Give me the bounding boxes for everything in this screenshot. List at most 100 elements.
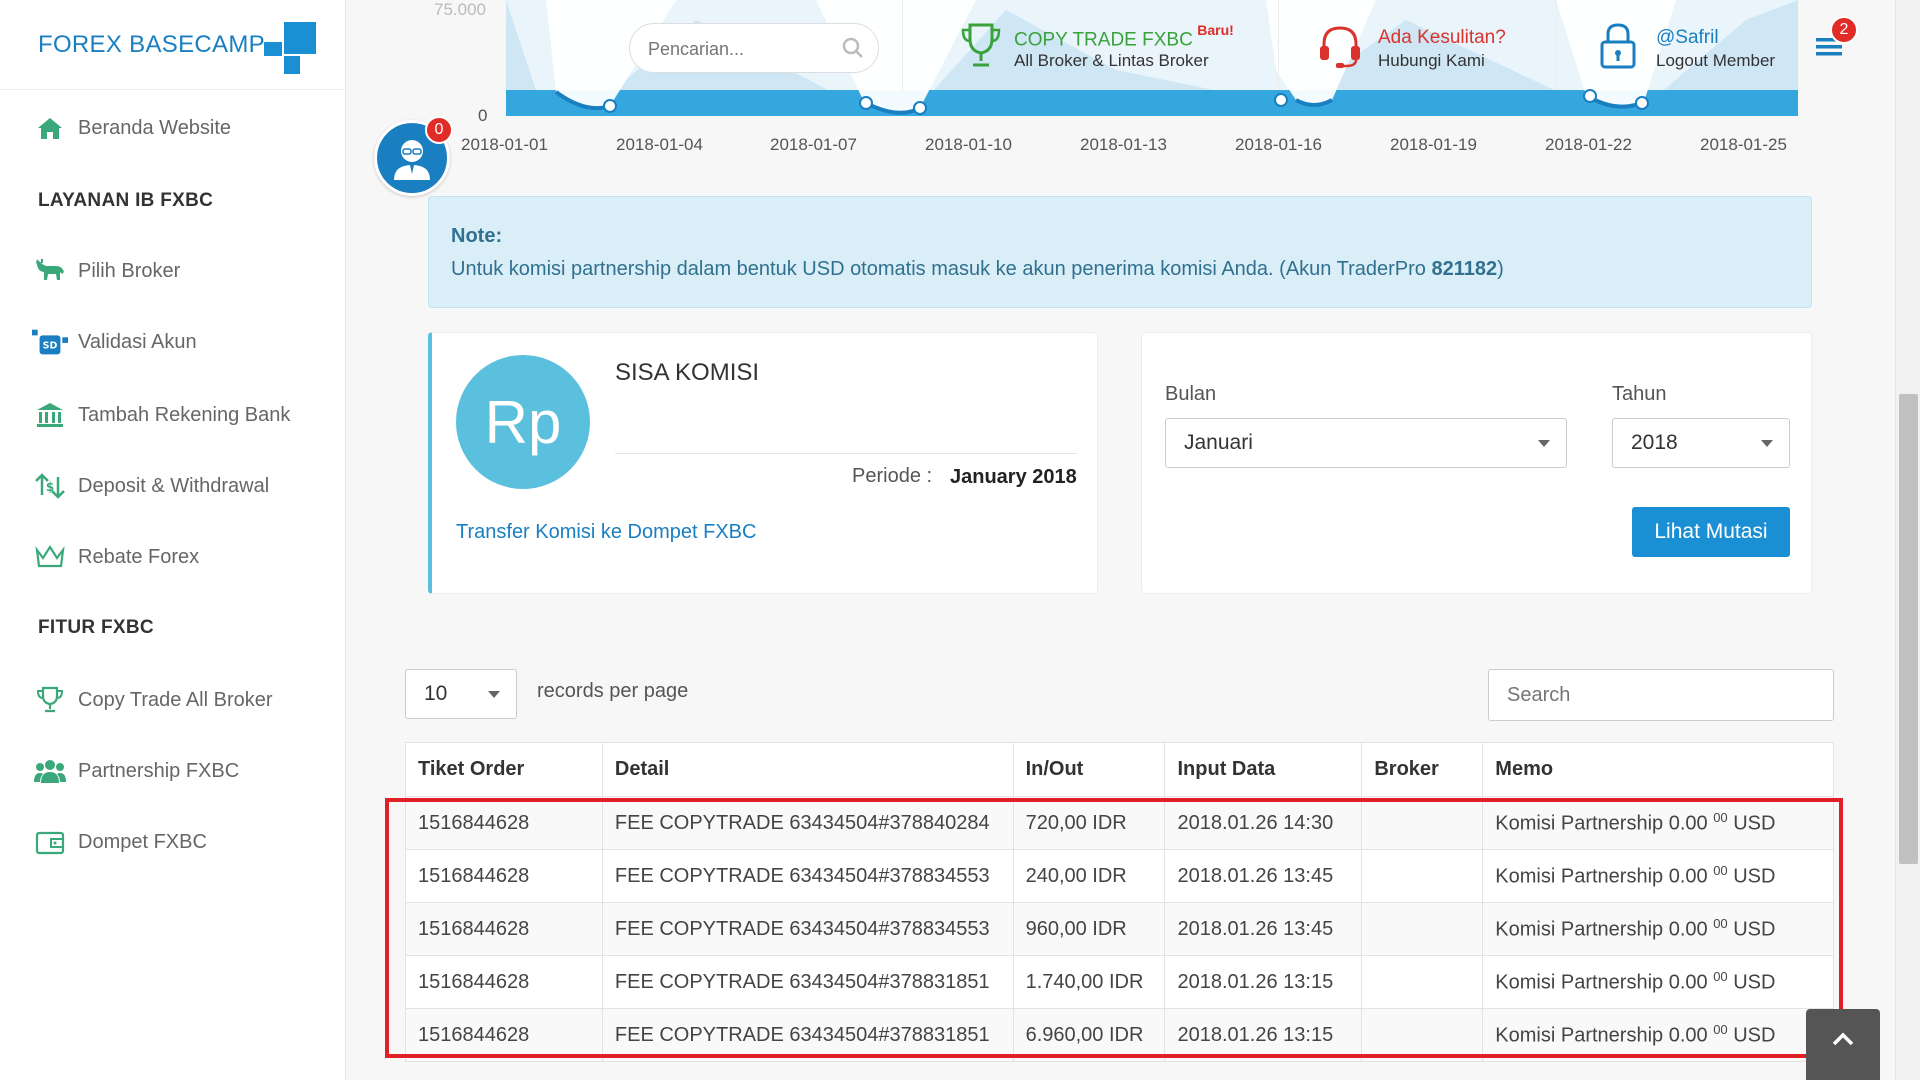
help-link[interactable]: Ada Kesulitan? Hubungi Kami [1316,18,1536,74]
cell-detail: FEE COPYTRADE 63434504#378831851 [601,955,1014,1009]
cell-memo: Komisi Partnership 0.00 00 USD [1482,796,1834,850]
search-input[interactable] [648,36,833,62]
sidebar-item-label: Tambah Rekening Bank [78,403,291,426]
sidebar-item-dompet[interactable]: Dompet FXBC [0,820,346,864]
search-icon[interactable] [842,37,864,59]
transfer-commission-link[interactable]: Transfer Komisi ke Dompet FXBC [456,521,756,544]
records-per-page-select[interactable]: 10 [405,669,517,719]
cell-broker [1361,902,1484,956]
column-header-input-data[interactable]: Input Data [1164,742,1363,797]
memo-text: Komisi Partnership 0.00 [1495,812,1714,835]
view-mutation-button[interactable]: Lihat Mutasi [1632,507,1790,557]
table-search-input[interactable] [1488,669,1834,721]
table-row: 1516844628 FEE COPYTRADE 63434504#378834… [405,902,1834,956]
cell-input-data: 2018.01.26 13:15 [1164,955,1363,1009]
chevron-down-icon [1761,440,1773,447]
sd-card-icon: SD [32,327,68,357]
svg-text:SD: SD [43,341,58,352]
cell-inout: 6.960,00 IDR [1012,1008,1166,1062]
sidebar-item-validasi-akun[interactable]: SD Validasi Akun [0,320,346,364]
year-label: Tahun [1612,383,1667,405]
cell-inout: 240,00 IDR [1012,849,1166,903]
scrollbar-thumb[interactable] [1899,394,1918,864]
sidebar-item-beranda[interactable]: Beranda Website [0,106,346,150]
month-select[interactable]: Januari [1165,418,1567,468]
chevron-down-icon [1538,440,1550,447]
cell-tiket: 1516844628 [405,1008,603,1062]
period-value: January 2018 [950,466,1077,488]
cell-detail: FEE COPYTRADE 63434504#378834553 [601,902,1014,956]
year-value: 2018 [1631,431,1678,454]
headset-icon [1320,26,1360,68]
chart-x-tick: 2018-01-22 [1545,135,1632,154]
sidebar-item-label: Deposit & Withdrawal [78,474,270,497]
memo-text: Komisi Partnership 0.00 [1495,971,1714,994]
memo-sup: 00 [1713,1022,1728,1038]
chart-x-tick: 2018-01-16 [1235,135,1322,154]
memo-currency: USD [1727,971,1776,994]
sidebar-item-pilih-broker[interactable]: Pilih Broker [0,249,346,293]
column-header-memo[interactable]: Memo [1482,742,1834,797]
brand-logo-icon[interactable] [264,22,316,74]
sidebar-item-rebate-forex[interactable]: Rebate Forex [0,535,346,579]
note-title: Note: [451,225,503,247]
cell-memo: Komisi Partnership 0.00 00 USD [1482,849,1834,903]
cell-broker [1361,849,1484,903]
memo-sup: 00 [1713,810,1728,826]
user-menu[interactable]: @Safril Logout Member [1598,18,1798,74]
table-header-row: Tiket Order Detail In/Out Input Data Bro… [405,742,1834,797]
memo-text: Komisi Partnership 0.00 [1495,1024,1714,1047]
period-label: Periode : [852,465,933,487]
new-badge: Baru! [1197,22,1234,38]
currency-badge: Rp [456,355,590,489]
home-icon [32,113,68,143]
cell-inout: 1.740,00 IDR [1012,955,1166,1009]
table-row: 1516844628 FEE COPYTRADE 63434504#378834… [405,849,1834,903]
column-header-broker[interactable]: Broker [1361,742,1484,797]
memo-currency: USD [1727,865,1776,888]
commission-balance-card: Rp SISA KOMISI Periode : January 2018 Tr… [428,332,1098,594]
cell-input-data: 2018.01.26 13:15 [1164,1008,1363,1062]
cell-tiket: 1516844628 [405,849,603,903]
period-filter-card: Bulan Januari Tahun 2018 Lihat Mutasi [1141,332,1812,594]
cell-input-data: 2018.01.26 14:30 [1164,796,1363,850]
cell-broker [1361,1008,1484,1062]
scroll-to-top-button[interactable] [1806,1009,1880,1080]
info-note: Note: Untuk komisi partnership dalam ben… [428,196,1812,308]
sidebar-item-partnership[interactable]: Partnership FXBC [0,749,346,793]
chart-x-tick: 2018-01-04 [616,135,703,154]
note-text: Untuk komisi partnership dalam bentuk US… [451,258,1789,281]
copy-trade-subtitle: All Broker & Lintas Broker [1014,51,1209,70]
memo-sup: 00 [1713,863,1728,879]
brand-name[interactable]: FOREX BASECAMP [38,31,265,59]
logout-link[interactable]: Logout Member [1656,50,1775,72]
sidebar-item-copy-trade[interactable]: Copy Trade All Broker [0,678,346,722]
sidebar-item-label: Rebate Forex [78,545,200,568]
chart-x-tick: 2018-01-13 [1080,135,1167,154]
cell-broker [1361,955,1484,1009]
sidebar-item-deposit-withdrawal[interactable]: $ Deposit & Withdrawal [0,464,346,508]
cell-memo: Komisi Partnership 0.00 00 USD [1482,902,1834,956]
avatar-icon [394,140,430,180]
users-icon [32,756,68,786]
column-header-inout[interactable]: In/Out [1012,742,1166,797]
bank-icon [32,400,68,430]
copy-trade-title: COPY TRADE FXBC [1014,29,1193,51]
sidebar-item-label: Copy Trade All Broker [78,688,273,711]
sidebar-item-tambah-rekening[interactable]: Tambah Rekening Bank [0,393,346,437]
note-close-paren: ) [1497,258,1504,280]
sidebar-item-label: Beranda Website [78,116,232,139]
page-scrollbar[interactable] [1895,0,1920,1080]
column-header-detail[interactable]: Detail [601,742,1014,797]
column-header-tiket[interactable]: Tiket Order [405,742,603,797]
chart-x-tick: 2018-01-01 [461,135,548,154]
year-select[interactable]: 2018 [1612,418,1790,468]
cell-tiket: 1516844628 [405,796,603,850]
copy-trade-link[interactable]: COPY TRADE FXBC Baru! All Broker & Linta… [960,18,1250,74]
cell-detail: FEE COPYTRADE 63434504#378840284 [601,796,1014,850]
chart-x-tick: 2018-01-10 [925,135,1012,154]
cell-input-data: 2018.01.26 13:45 [1164,902,1363,956]
search-box[interactable] [629,23,879,73]
table-row: 1516844628 FEE COPYTRADE 63434504#378840… [405,796,1834,850]
chevron-down-icon [488,691,500,698]
